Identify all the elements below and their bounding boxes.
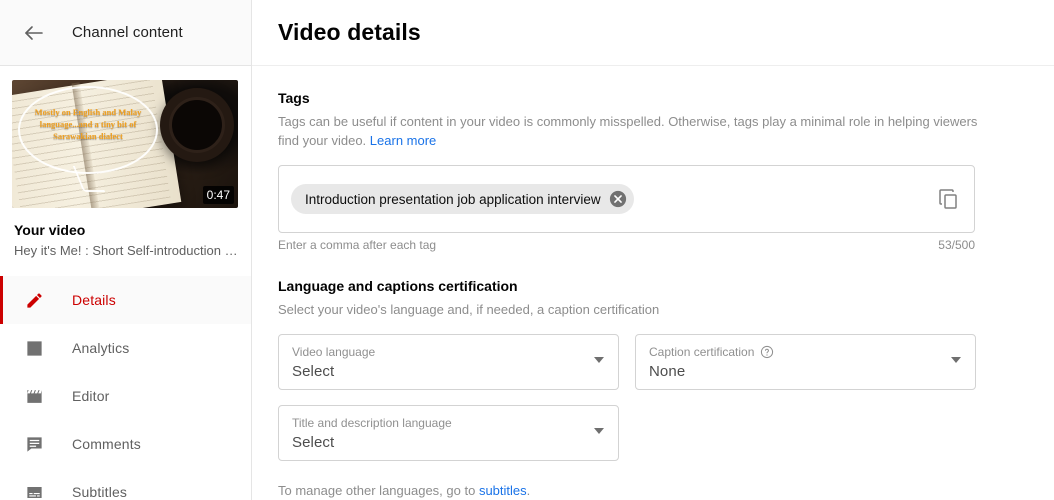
caption-certification-label: Caption certification — [649, 344, 935, 360]
video-language-label: Video language — [292, 345, 376, 359]
sidebar-item-editor[interactable]: Editor — [0, 372, 251, 420]
chevron-down-icon[interactable] — [594, 428, 604, 434]
pencil-icon — [22, 288, 46, 312]
manage-languages-suffix: . — [526, 483, 531, 498]
sidebar-nav: Details Analytics Editor Comments Subtit… — [0, 276, 251, 500]
sidebar-item-label: Subtitles — [72, 484, 128, 500]
manage-languages-note: To manage other languages, go to subtitl… — [278, 483, 1028, 498]
title-description-language-value: Select — [292, 434, 335, 451]
sidebar-header: Channel content — [0, 0, 251, 66]
sidebar-item-label: Comments — [72, 436, 141, 452]
video-card-title: Hey it's Me! : Short Self-introduction … — [14, 243, 238, 258]
chevron-down-icon[interactable] — [951, 357, 961, 363]
sidebar-item-comments[interactable]: Comments — [0, 420, 251, 468]
tags-description: Tags can be useful if content in your vi… — [278, 112, 978, 150]
page-title: Video details — [278, 19, 421, 45]
tags-input[interactable]: Introduction presentation job applicatio… — [278, 165, 975, 233]
tags-section: Tags Tags can be useful if content in yo… — [278, 90, 1028, 252]
close-circle-icon[interactable] — [609, 190, 627, 208]
main-header: Video details — [252, 0, 1054, 66]
video-thumbnail[interactable]: Mostly on English and Malay language...a… — [12, 80, 238, 208]
tags-character-counter: 53/500 — [938, 238, 975, 252]
language-dropdown-row-2: Title and description language Select — [278, 405, 1028, 461]
sidebar-item-label: Details — [72, 292, 116, 308]
subtitles-link[interactable]: subtitles — [479, 483, 527, 498]
subtitles-icon — [22, 480, 46, 500]
video-language-dropdown[interactable]: Video language Select — [278, 334, 619, 390]
youtube-studio-video-details-page: Channel content Mostly on English and Ma… — [0, 0, 1054, 500]
tags-learn-more-link[interactable]: Learn more — [370, 133, 436, 148]
sidebar-item-analytics[interactable]: Analytics — [0, 324, 251, 372]
sidebar-item-label: Editor — [72, 388, 110, 404]
video-duration-badge: 0:47 — [202, 186, 234, 204]
language-section: Language and captions certification Sele… — [278, 278, 1028, 498]
chevron-down-icon[interactable] — [594, 357, 604, 363]
clapperboard-icon — [22, 384, 46, 408]
caption-certification-value: None — [649, 363, 686, 380]
video-language-value: Select — [292, 363, 335, 380]
channel-content-title: Channel content — [72, 24, 183, 41]
main-body: Tags Tags can be useful if content in yo… — [252, 66, 1054, 498]
sidebar: Channel content Mostly on English and Ma… — [0, 0, 252, 500]
main-content: Video details Tags Tags can be useful if… — [252, 0, 1054, 500]
language-description: Select your video's language and, if nee… — [278, 302, 660, 317]
caption-certification-dropdown[interactable]: Caption certification None — [635, 334, 976, 390]
tags-helper-text: Enter a comma after each tag — [278, 238, 437, 252]
thumbnail-caption-text: Mostly on English and Malay language...a… — [34, 107, 142, 141]
copy-icon[interactable] — [936, 187, 960, 211]
help-circle-icon[interactable] — [760, 345, 774, 359]
bar-chart-icon — [22, 336, 46, 360]
title-description-language-label: Title and description language — [292, 416, 452, 430]
manage-languages-prefix: To manage other languages, go to — [278, 483, 479, 498]
comment-icon — [22, 432, 46, 456]
tag-chip-label: Introduction presentation job applicatio… — [305, 191, 601, 207]
caption-certification-label-text: Caption certification — [649, 345, 755, 359]
title-description-language-dropdown[interactable]: Title and description language Select — [278, 405, 619, 461]
language-dropdown-row-1: Video language Select Caption certificat… — [278, 334, 1028, 390]
language-heading: Language and captions certification — [278, 278, 518, 294]
back-arrow-icon[interactable] — [22, 21, 46, 45]
video-card-label: Your video — [14, 222, 86, 238]
coffee-cup-inner-graphic — [169, 97, 225, 153]
tag-chip[interactable]: Introduction presentation job applicatio… — [291, 184, 634, 214]
tags-footer: Enter a comma after each tag 53/500 — [278, 238, 975, 252]
sidebar-item-subtitles[interactable]: Subtitles — [0, 468, 251, 500]
sidebar-item-label: Analytics — [72, 340, 130, 356]
video-card: Mostly on English and Malay language...a… — [0, 66, 251, 258]
sidebar-item-details[interactable]: Details — [0, 276, 251, 324]
tags-heading: Tags — [278, 90, 310, 106]
